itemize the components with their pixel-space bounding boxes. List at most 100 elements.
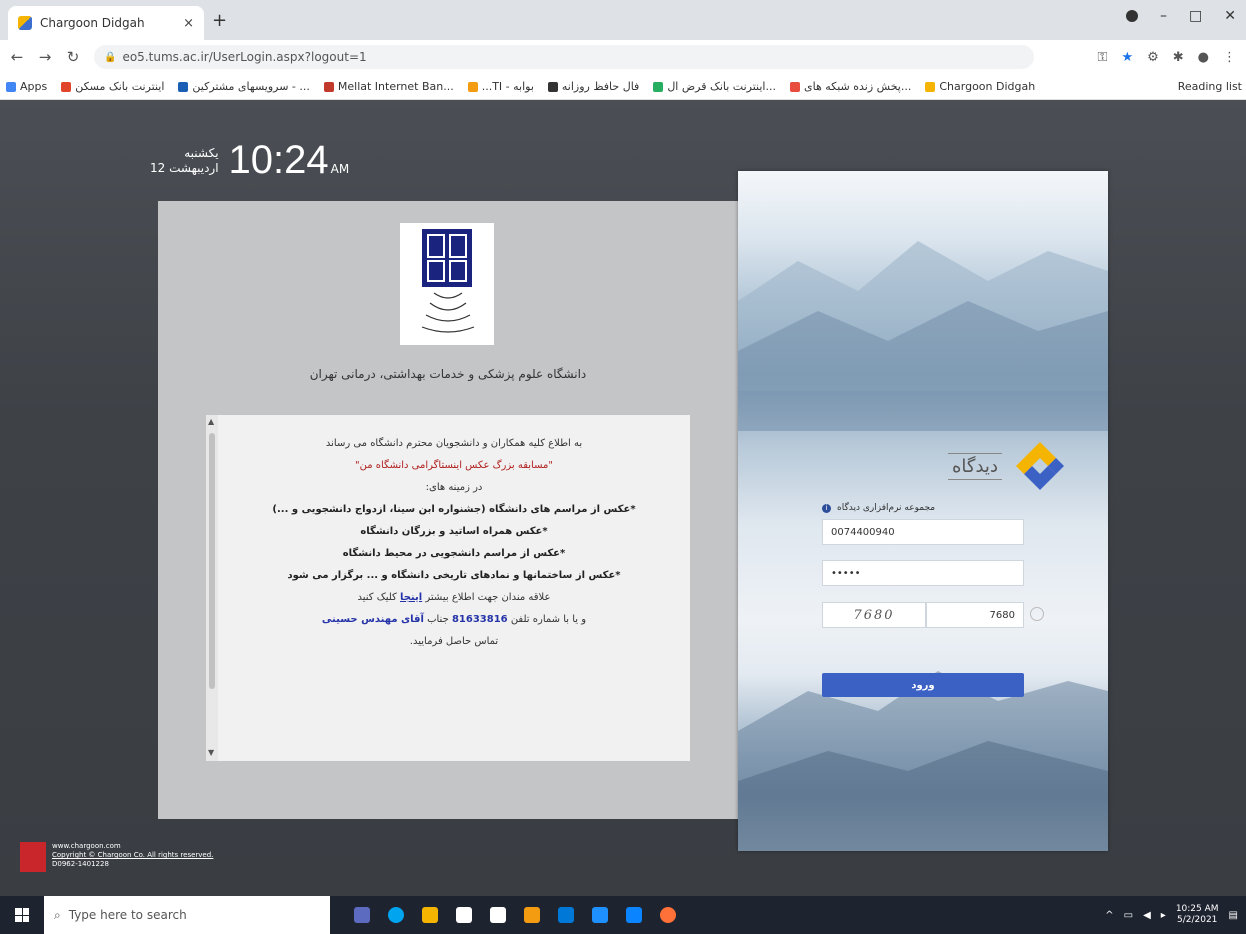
search-icon: ⌕ [54,907,61,922]
bank-maskan-icon [61,81,72,92]
notice-box: ▲ ▼ به اطلاع کلیه همکاران و دانشجویان مح… [206,415,690,761]
chargoon-logo [20,842,46,872]
notice-text: به اطلاع کلیه همکاران و دانشجویان محترم … [218,433,690,653]
notification-icon[interactable]: ▤ [1229,910,1238,921]
menu-icon[interactable]: ⋮ [1223,50,1236,65]
store-icon[interactable] [456,907,472,923]
taskbar-apps [354,907,676,923]
language-icon[interactable]: ▸ [1161,910,1166,921]
bookmark-item[interactable]: Chargoon Didgah [925,80,1035,93]
extension-icon[interactable]: ⚙ [1147,50,1159,65]
reading-list-button[interactable]: Reading list [1178,80,1242,93]
mail-icon[interactable] [490,907,506,923]
bookmark-item[interactable]: سرویسهای مشترکین - ... [178,80,310,93]
volume-icon[interactable]: ◀ [1143,910,1151,921]
notice-line: *عکس همراه اساتید و بزرگان دانشگاه [360,526,548,537]
portal-icon [467,81,478,92]
profile-icon[interactable] [1126,10,1139,22]
footer-copyright[interactable]: Copyright © Chargoon Co. All rights rese… [52,851,213,860]
tab-title: Chargoon Didgah [40,16,145,30]
lock-icon: 🔒 [104,51,117,63]
username-label: i مجموعه نرم‌افزاری دیدگاه [822,503,935,513]
edge-icon[interactable] [388,907,404,923]
bookmark-item[interactable]: اینترنت بانک مسکن [61,80,164,93]
url-text: eo5.tums.ac.ir/UserLogin.aspx?logout=1 [122,50,367,64]
scroll-down-icon[interactable]: ▼ [208,748,214,757]
password-field[interactable]: ••••• [822,560,1024,586]
notice-line: تماس حاصل فرمایید. [409,636,499,647]
notice-line: در زمینه های: [425,482,483,493]
chrome-icon[interactable] [524,907,540,923]
reload-icon[interactable]: ↻ [62,48,84,66]
key-icon[interactable]: ⚿ [1098,50,1108,65]
apps-grid-icon [6,81,16,92]
clock-widget: یکشنبه 12 اردیبهشت 10:24 AM [150,138,349,182]
minimize-icon[interactable]: – [1160,8,1167,24]
bookmark-item[interactable]: اینترنت بانک قرض ال... [653,80,776,93]
toolbar-actions: ⚿ ★ ⚙ ✱ ● ⋮ [1098,50,1236,65]
brand-text: دیدگاه [948,452,1002,480]
captcha-input[interactable]: 7680 [926,602,1024,628]
people-icon[interactable] [558,907,574,923]
subscriber-services-icon [178,81,189,92]
login-button[interactable]: ورود [822,673,1024,697]
footer-version: D0962-1401228 [52,860,109,868]
time-text: 10:24 [228,138,329,182]
outlook-icon[interactable] [626,907,642,923]
bookmark-item[interactable]: Mellat Internet Ban... [323,80,454,93]
notice-scrollbar[interactable]: ▲ ▼ [206,415,218,761]
weekday-text: یکشنبه [184,146,219,160]
scroll-thumb[interactable] [209,433,215,689]
mellat-bank-icon [323,81,334,92]
gharz-bank-icon [653,81,664,92]
bookmarks-bar: Apps اینترنت بانک مسکن سرویسهای مشترکین … [0,74,1246,100]
start-button[interactable] [0,908,44,922]
forward-icon[interactable]: → [34,48,56,66]
close-window-icon[interactable]: ✕ [1224,8,1236,24]
username-field[interactable]: 0074400940 [822,519,1024,545]
bookmark-item[interactable]: پخش زنده شبکه های... [790,80,911,93]
hafez-icon [547,81,558,92]
new-tab-button[interactable]: + [212,10,227,31]
university-logo [400,223,494,345]
puzzle-icon[interactable]: ✱ [1173,50,1184,65]
browser-tab-strip: Chargoon Didgah × + – □ ✕ [0,0,1246,40]
taskbar-search[interactable]: ⌕ Type here to search [44,896,330,934]
address-bar[interactable]: 🔒 eo5.tums.ac.ir/UserLogin.aspx?logout=1 [94,45,1034,69]
tray-clock[interactable]: 10:25 AM 5/2/2021 [1176,904,1219,926]
windows-taskbar: ⌕ Type here to search ^ ▭ ◀ ▸ 10:25 AM 5… [0,896,1246,934]
close-tab-icon[interactable]: × [183,16,194,31]
info-icon[interactable]: i [822,503,831,513]
bookmark-apps[interactable]: Apps [6,80,47,93]
page-content: یکشنبه 12 اردیبهشت 10:24 AM دانشگاه علوم… [0,100,1246,896]
maximize-icon[interactable]: □ [1189,8,1202,24]
bookmark-item[interactable]: فال حافظ روزانه [547,80,639,93]
bookmark-star-icon[interactable]: ★ [1121,50,1133,65]
notice-line: "مسابقه بزرگ عکس اینستاگرامی دانشگاه من" [355,460,553,471]
file-explorer-icon[interactable] [422,907,438,923]
browser-tab[interactable]: Chargoon Didgah × [8,6,204,40]
refresh-captcha-icon[interactable] [1030,607,1044,621]
footer-site[interactable]: www.chargoon.com [52,842,213,851]
window-controls: – □ ✕ [1126,8,1236,24]
bookmark-item[interactable]: ...TI - بوابه [467,80,534,93]
university-name: دانشگاه علوم پزشکی و خدمات بهداشتی، درما… [309,367,587,381]
tray-chevron-icon[interactable]: ^ [1105,910,1113,921]
notice-line: *عکس از ساختمانها و نمادهای تاریخی دانشگ… [287,570,621,581]
network-icon[interactable]: ▭ [1124,910,1133,921]
notice-line: *عکس از مراسم دانشجویی در محیط دانشگاه [342,548,566,559]
contact-name: آقای مهندس حسینی [321,614,424,625]
more-info-link[interactable]: اینجا [400,592,422,603]
search-placeholder: Type here to search [68,908,187,922]
firefox-icon[interactable] [660,907,676,923]
notice-line: *عکس از مراسم های دانشگاه (جشنواره ابن س… [272,504,636,515]
didgah-brand: دیدگاه [948,438,1068,494]
internet-explorer-icon[interactable] [592,907,608,923]
scroll-up-icon[interactable]: ▲ [208,417,214,426]
browser-toolbar: ← → ↻ 🔒 eo5.tums.ac.ir/UserLogin.aspx?lo… [0,40,1246,74]
didgah-favicon-icon [925,81,936,92]
account-icon[interactable]: ● [1198,50,1209,65]
page-footer: www.chargoon.com Copyright © Chargoon Co… [20,842,213,872]
task-view-icon[interactable] [354,907,370,923]
back-icon[interactable]: ← [6,48,28,66]
